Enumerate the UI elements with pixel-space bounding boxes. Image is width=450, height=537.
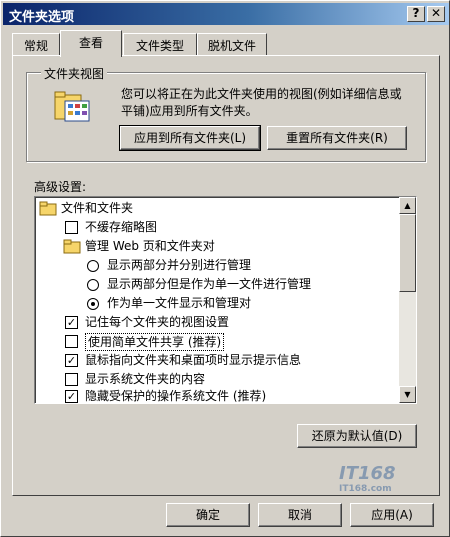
tab-general[interactable]: 常规: [12, 33, 60, 55]
tab-file-types[interactable]: 文件类型: [123, 33, 197, 55]
folder-options-dialog: 文件夹选项 ? ✕ 常规 查看 文件类型 脱机文件 文件夹视图 您可以将正在为此…: [0, 0, 450, 537]
list-item-label: 鼠标指向文件夹和桌面项时显示提示信息: [85, 353, 302, 367]
checkbox-checked[interactable]: ✓: [65, 390, 78, 403]
list-item-label: 管理 Web 页和文件夹对: [85, 239, 215, 253]
list-item-label: 文件和文件夹: [61, 201, 134, 215]
list-item-label: 记住每个文件夹的视图设置: [85, 315, 230, 329]
tab-offline-files-label: 脱机文件: [207, 39, 256, 53]
reset-all-folders-button[interactable]: 重置所有文件夹(R): [267, 126, 407, 150]
checkbox[interactable]: [65, 373, 78, 386]
ok-button[interactable]: 确定: [166, 503, 250, 527]
tab-view[interactable]: 查看: [60, 30, 122, 57]
list-item-label: 隐藏受保护的操作系统文件 (推荐): [85, 389, 267, 403]
cancel-button[interactable]: 取消: [258, 503, 342, 527]
tab-offline-files[interactable]: 脱机文件: [197, 33, 267, 55]
folder-icon: [63, 239, 81, 260]
help-button[interactable]: ?: [407, 6, 425, 22]
checkbox-checked[interactable]: ✓: [65, 354, 78, 367]
tab-general-label: 常规: [23, 39, 48, 53]
window-title: 文件夹选项: [9, 10, 75, 25]
list-item-label-focused: 使用简单文件共享 (推荐): [85, 333, 225, 351]
list-item-label: 作为单一文件显示和管理对: [107, 296, 252, 310]
advanced-settings-label: 高级设置:: [34, 180, 87, 194]
list-item-label: 不缓存缩略图: [85, 220, 158, 234]
title-bar[interactable]: 文件夹选项 ? ✕: [3, 3, 449, 25]
list-item-label: 显示两部分但是作为单一文件进行管理: [107, 277, 312, 291]
tab-file-types-label: 文件类型: [135, 39, 184, 53]
folder-icon: [39, 201, 57, 222]
list-item-label: 显示两部分并分别进行管理: [107, 258, 252, 272]
folder-views-description: 您可以将正在为此文件夹使用的视图(例如详细信息或平铺)应用到所有文件夹。: [121, 87, 402, 118]
folder-views-icon: [53, 89, 93, 128]
watermark-logo: IT168 IT168.com: [339, 463, 396, 494]
close-button[interactable]: ✕: [427, 6, 445, 22]
checkbox[interactable]: [65, 221, 78, 234]
checkbox[interactable]: [65, 335, 78, 348]
advanced-settings-list[interactable]: 文件和文件夹 不缓存缩略图 管理 Web 页和文件夹对 显示两部分并分别进行管理…: [34, 196, 417, 404]
checkbox-checked[interactable]: ✓: [65, 316, 78, 329]
scroll-thumb[interactable]: [399, 214, 416, 292]
apply-to-all-folders-button[interactable]: 应用到所有文件夹(L): [119, 125, 261, 151]
radio-button[interactable]: [87, 279, 99, 291]
restore-defaults-button[interactable]: 还原为默认值(D): [297, 424, 417, 448]
vertical-scrollbar[interactable]: ▲ ▼: [399, 197, 416, 403]
radio-button-selected[interactable]: [87, 298, 99, 310]
scroll-down-arrow-icon[interactable]: ▼: [399, 386, 416, 403]
radio-button[interactable]: [87, 260, 99, 272]
tab-view-label: 查看: [78, 36, 103, 50]
folder-views-label: 文件夹视图: [41, 65, 108, 82]
scroll-up-arrow-icon[interactable]: ▲: [399, 197, 416, 214]
